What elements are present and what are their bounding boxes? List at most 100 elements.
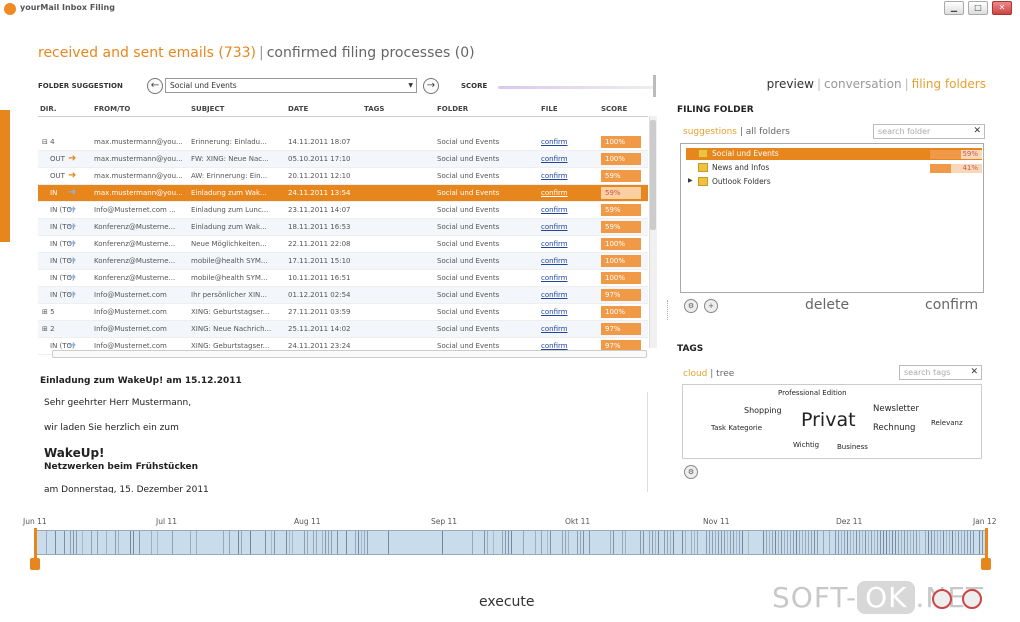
table-row[interactable]: ⊞ 5 Info@Musternet.com XING: Geburtstagser…	[38, 304, 648, 321]
folder-item-news-infos[interactable]: News and Infos 41%	[686, 162, 982, 174]
col-tags[interactable]: TAGS	[364, 105, 384, 113]
direction-label: ⊞ 2	[42, 325, 55, 333]
next-suggestion-button[interactable]: →	[423, 78, 439, 94]
folder-suggestion-select[interactable]: Social und Events ▼	[165, 78, 417, 93]
confirm-link[interactable]: confirm	[541, 206, 568, 214]
clear-icon[interactable]: ✕	[970, 367, 978, 377]
confirm-link[interactable]: confirm	[541, 257, 568, 265]
confirm-link[interactable]: confirm	[541, 155, 568, 163]
confirm-link[interactable]: confirm	[541, 274, 568, 282]
tab-preview[interactable]: preview	[767, 77, 814, 91]
timeline-end-knob[interactable]	[981, 558, 991, 570]
forward-icon[interactable]	[962, 589, 982, 609]
clear-icon[interactable]: ✕	[973, 126, 981, 136]
tab-cloud[interactable]: cloud	[683, 369, 707, 379]
tag-item[interactable]: Shopping	[744, 406, 782, 415]
confirm-link[interactable]: confirm	[541, 291, 568, 299]
settings-icon[interactable]: ⚙	[684, 299, 698, 313]
table-row[interactable]: IN (TO) ➜ Konferenz@Musterne... mobile@heal…	[38, 253, 648, 270]
timeline-email-tick	[706, 531, 707, 554]
close-button[interactable]: ✕	[992, 1, 1012, 15]
folder-icon	[698, 177, 708, 186]
tag-settings-icon[interactable]: ⚙	[684, 465, 698, 479]
table-row[interactable]: IN (TO) ➜ Konferenz@Musterne... mobile@heal…	[38, 270, 648, 287]
timeline-email-tick	[502, 531, 503, 554]
score-badge: 59%	[601, 221, 641, 233]
prev-suggestion-button[interactable]: ←	[147, 78, 163, 94]
tab-suggestions[interactable]: suggestions	[683, 127, 737, 137]
confirm-link[interactable]: confirm	[541, 223, 568, 231]
panel-splitter[interactable]	[667, 300, 671, 320]
minimize-button[interactable]: ▁	[944, 1, 964, 15]
delete-button[interactable]: delete	[805, 297, 849, 313]
tab-conversation[interactable]: conversation	[824, 77, 902, 91]
table-scroll-thumb[interactable]	[650, 120, 656, 230]
timeline-email-tick	[565, 531, 566, 554]
score-slider-handle[interactable]	[653, 75, 656, 97]
maximize-button[interactable]: □	[968, 1, 988, 15]
tab-received-sent[interactable]: received and sent emails (733)	[38, 45, 256, 61]
preview-scrollbar[interactable]	[647, 392, 656, 492]
table-horizontal-scrollbar[interactable]	[52, 350, 647, 358]
tag-item[interactable]: Professional Edition	[778, 389, 847, 397]
col-file[interactable]: FILE	[541, 105, 558, 113]
confirm-link[interactable]: confirm	[541, 342, 568, 350]
tag-item[interactable]: Newsletter	[873, 404, 919, 414]
tag-item[interactable]: Rechnung	[873, 423, 915, 433]
table-row[interactable]: IN (TO) ➜ Konferenz@Musterne... Einladung z…	[38, 219, 648, 236]
search-folder-input[interactable]: search folder ✕	[873, 124, 985, 139]
tab-confirmed-processes[interactable]: confirmed filing processes (0)	[267, 45, 475, 61]
table-row[interactable]: ⊞ 2 Info@Musternet.com XING: Neue Nachrich…	[38, 321, 648, 338]
save-icon[interactable]	[932, 589, 952, 609]
timeline-email-tick	[550, 531, 551, 554]
timeline-email-tick	[304, 531, 305, 554]
timeline-end-handle[interactable]	[985, 528, 988, 558]
confirm-link[interactable]: confirm	[541, 325, 568, 333]
col-date[interactable]: DATE	[288, 105, 308, 113]
table-row[interactable]: OUT ➜ max.mustermann@you... FW: XING: Neue …	[38, 151, 648, 168]
table-row[interactable]: IN ➜ max.mustermann@you... Einladung zum Wa…	[38, 185, 648, 202]
timeline-email-tick	[796, 531, 797, 554]
timeline-email-tick	[322, 531, 323, 554]
confirm-link[interactable]: confirm	[541, 172, 568, 180]
folder-score-pct: 59%	[962, 150, 978, 158]
confirm-button[interactable]: confirm	[925, 297, 978, 313]
expand-icon[interactable]: ▶	[688, 177, 693, 184]
tag-item[interactable]: Business	[837, 443, 868, 451]
add-folder-icon[interactable]: +	[704, 299, 718, 313]
col-from-to[interactable]: FROM/TO	[94, 105, 130, 113]
confirm-link[interactable]: confirm	[541, 189, 568, 197]
timeline-bar[interactable]	[35, 530, 987, 555]
table-row[interactable]: OUT ➜ max.mustermann@you... AW: Erinnerung:…	[38, 168, 648, 185]
table-row[interactable]: IN (TO) ➜ Info@Musternet.com ... Einladung …	[38, 202, 648, 219]
folder-item-social-events[interactable]: Social und Events 59%	[686, 148, 982, 160]
confirm-link[interactable]: confirm	[541, 138, 568, 146]
table-row[interactable]: IN (TO) ➜ Konferenz@Musterne... Neue Möglic…	[38, 236, 648, 253]
col-folder[interactable]: FOLDER	[437, 105, 468, 113]
tag-item[interactable]: Wichtig	[793, 441, 819, 449]
search-tags-input[interactable]: search tags ✕	[899, 365, 982, 380]
execute-button[interactable]: execute	[479, 594, 535, 610]
folder-item-outlook[interactable]: ▶ Outlook Folders	[686, 176, 982, 188]
confirm-link[interactable]: confirm	[541, 240, 568, 248]
timeline-start-knob[interactable]	[30, 558, 40, 570]
tab-filing-folders[interactable]: filing folders	[912, 77, 986, 91]
col-score[interactable]: SCORE	[601, 105, 627, 113]
col-dir[interactable]: DIR.	[40, 105, 57, 113]
tab-tree[interactable]: tree	[716, 369, 734, 379]
table-row[interactable]: ⊟ 4 max.mustermann@you... Erinnerung: Einl…	[38, 134, 648, 151]
col-subject[interactable]: SUBJECT	[191, 105, 224, 113]
tag-item[interactable]: Privat	[801, 409, 856, 431]
tag-item[interactable]: Relevanz	[931, 419, 963, 427]
tab-all-folders[interactable]: all folders	[746, 127, 790, 137]
timeline-start-handle[interactable]	[34, 528, 37, 558]
timeline-email-tick	[910, 531, 911, 554]
tag-item[interactable]: Task Kategorie	[711, 424, 762, 432]
timeline-email-tick	[775, 531, 776, 554]
timeline-email-tick	[835, 531, 836, 554]
table-row[interactable]: IN (TO) ➜ Info@Musternet.com Ihr persönlich…	[38, 287, 648, 304]
confirm-link[interactable]: confirm	[541, 308, 568, 316]
score-slider-track[interactable]	[498, 86, 655, 89]
timeline-email-tick	[697, 531, 698, 554]
timeline-email-tick	[328, 531, 329, 554]
